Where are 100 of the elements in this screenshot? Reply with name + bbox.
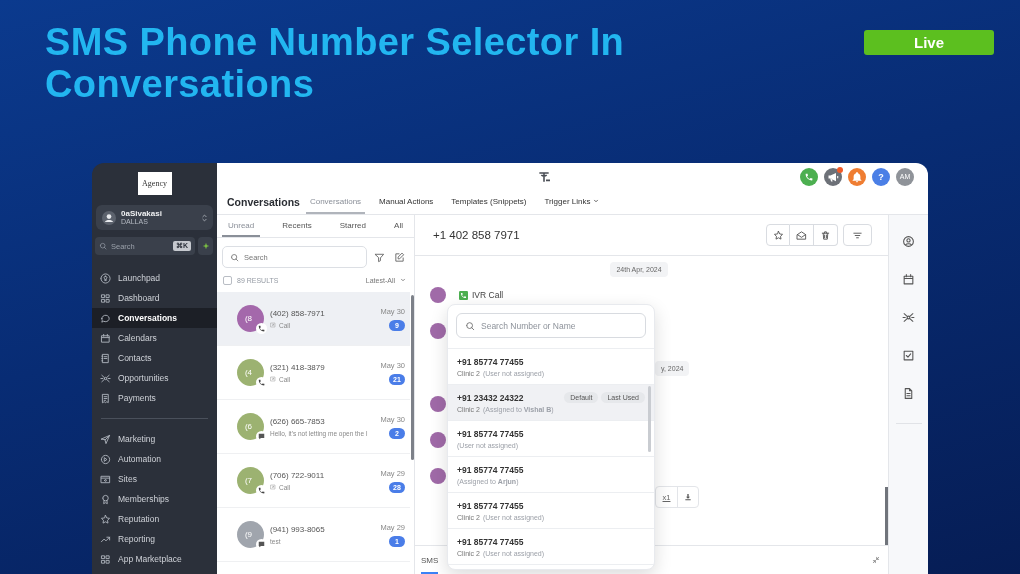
page-title: Conversations: [227, 196, 300, 208]
filter-tab[interactable]: Recents: [276, 215, 318, 237]
nav-tab[interactable]: Manual Actions: [375, 190, 438, 214]
sidebar-item[interactable]: Calendars: [92, 328, 217, 348]
network-icon[interactable]: [902, 311, 915, 324]
nav-tab[interactable]: Trigger Links: [540, 190, 604, 214]
quick-action-button[interactable]: [198, 237, 213, 255]
avatar-icon: [430, 287, 446, 303]
sparkle-icon: [201, 242, 210, 250]
phone-number: +91 85774 77455: [457, 536, 524, 547]
award-icon: [100, 493, 111, 505]
avatar-icon: [430, 468, 446, 484]
sidebar-item[interactable]: Dashboard: [92, 288, 217, 308]
avatar-icon: [430, 432, 446, 448]
phone-badge-icon: [256, 323, 267, 334]
sidebar-item[interactable]: App Marketplace: [92, 549, 217, 569]
select-all-checkbox[interactable]: [223, 275, 232, 285]
live-badge: Live: [864, 30, 994, 55]
nav-tab[interactable]: Conversations: [305, 190, 366, 214]
checkbox-icon[interactable]: [902, 349, 915, 362]
sidebar-item[interactable]: Launchpad: [92, 268, 217, 288]
slide-title: SMS Phone Number Selector In Conversations: [45, 21, 626, 105]
sidebar-item[interactable]: Memberships: [92, 489, 217, 509]
funnel-icon: [374, 251, 385, 263]
browser-window-icon: [100, 473, 111, 485]
account-name: 0aSivakasi: [121, 208, 162, 219]
sidebar-item[interactable]: Opportunities: [92, 368, 217, 388]
chat-badge-icon: [256, 539, 267, 550]
filter-button[interactable]: [843, 224, 872, 246]
chevron-down-icon: [593, 198, 600, 204]
chevron-updown-icon: [201, 212, 208, 223]
receipt-icon: [100, 392, 111, 404]
contact-avatar: (8: [237, 305, 264, 332]
chevron-down-icon: [400, 277, 406, 283]
scrollbar-thumb[interactable]: [648, 386, 651, 452]
filter-tab[interactable]: All: [388, 215, 409, 237]
paper-plane-icon: [100, 433, 111, 445]
delete-button[interactable]: [814, 224, 838, 246]
sidebar-item[interactable]: Contacts: [92, 348, 217, 368]
chat-bubble-icon: [100, 312, 111, 324]
help-button[interactable]: ?: [872, 167, 890, 186]
nav-tab[interactable]: Templates (Snippets): [447, 190, 531, 214]
search-bar[interactable]: Search Number or Name: [456, 313, 646, 338]
scrollbar-thumb[interactable]: [885, 487, 888, 545]
lightbulb-icon: [100, 272, 111, 284]
filter-tab[interactable]: Unread: [222, 215, 261, 237]
sidebar-item[interactable]: Reputation: [92, 509, 217, 529]
avatar-icon: [102, 210, 116, 225]
sidebar-item[interactable]: Conversations: [92, 308, 217, 328]
search-icon: [230, 252, 239, 262]
contact-number: (941) 993-8065: [270, 524, 326, 534]
open-envelope-icon: [796, 229, 807, 241]
star-icon: [772, 229, 784, 241]
phone-badge-icon: [256, 377, 267, 388]
document-icon[interactable]: [902, 387, 915, 400]
call-log-icon: [270, 322, 276, 328]
phone-number: +91 85774 77455: [457, 356, 524, 367]
network-icon: [100, 372, 111, 384]
collapse-icon[interactable]: [872, 556, 880, 564]
star-icon: [100, 513, 111, 525]
agency-logo: Agency: [137, 172, 172, 195]
contact-avatar: (4: [237, 359, 264, 386]
grid-icon: [100, 292, 111, 304]
chat-badge-icon: [256, 431, 267, 442]
mark-read-button[interactable]: [790, 224, 814, 246]
contact-avatar: (7: [237, 467, 264, 494]
avatar-icon: [430, 396, 446, 412]
contact-number: (626) 665-7853: [270, 416, 326, 426]
sidebar-item[interactable]: Payments: [92, 388, 217, 408]
call-log-icon: [270, 376, 276, 382]
calendar-icon: [100, 332, 111, 344]
compose-button[interactable]: [394, 251, 405, 263]
star-button[interactable]: [766, 224, 790, 246]
sidebar-item[interactable]: Marketing: [92, 429, 217, 449]
filter-button[interactable]: [374, 251, 385, 263]
bell-icon[interactable]: [848, 167, 866, 186]
phone-tile-icon: [459, 290, 468, 300]
contact-number: (402) 858-7971: [270, 308, 326, 318]
filter-tab[interactable]: Starred: [333, 215, 372, 237]
scrollbar-thumb[interactable]: [411, 295, 414, 460]
contact-number: (706) 722-9011: [270, 470, 326, 480]
sidebar-item[interactable]: Reporting: [92, 529, 217, 549]
search-icon: [465, 320, 475, 331]
sidebar-item[interactable]: Sites: [92, 469, 217, 489]
phone-number: +91 85774 77455: [457, 428, 524, 439]
phone-number: +91 85774 77455: [457, 500, 524, 511]
sidebar-item[interactable]: Automation: [92, 449, 217, 469]
contact-number: (321) 418-3879: [270, 362, 326, 372]
phone-icon[interactable]: [800, 167, 818, 186]
search-input[interactable]: Search Number or Name: [481, 320, 637, 331]
phone-badge-icon: [256, 485, 267, 496]
edit-icon: [394, 251, 405, 263]
event-label: IVR Call: [472, 290, 504, 300]
channel-tab[interactable]: SMS: [421, 546, 439, 574]
megaphone-icon[interactable]: [824, 167, 842, 186]
phone-number: +91 23432 24322: [457, 392, 524, 403]
trash-icon: [820, 229, 831, 241]
grid-icon: [100, 553, 111, 565]
contact-avatar: (9: [237, 521, 264, 548]
calendar-icon[interactable]: [902, 273, 915, 286]
